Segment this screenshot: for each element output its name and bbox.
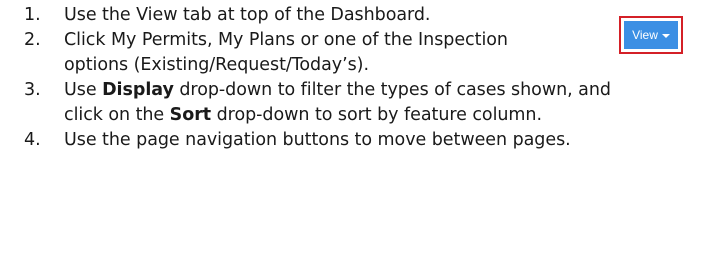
step-4-number: 4. xyxy=(24,130,41,150)
step-3-text-part-3: drop-down to sort by feature column. xyxy=(211,105,542,125)
step-4: 4. Use the page navigation buttons to mo… xyxy=(24,128,674,153)
view-button[interactable]: View xyxy=(624,21,678,49)
step-3-number: 3. xyxy=(24,80,41,100)
step-1: 1. Use the View tab at top of the Dashbo… xyxy=(24,3,674,28)
sort-keyword: Sort xyxy=(169,105,212,125)
step-3: 3. Use Display drop-down to filter the t… xyxy=(24,78,674,128)
instructions-document: 1. Use the View tab at top of the Dashbo… xyxy=(0,0,708,263)
step-3-text-part-1: Use xyxy=(64,80,103,100)
step-2-number: 2. xyxy=(24,30,41,50)
step-1-number: 1. xyxy=(24,5,41,25)
step-1-text: Use the View tab at top of the Dashboard… xyxy=(64,5,431,25)
step-3-text: Use Display drop-down to filter the type… xyxy=(64,78,624,128)
display-keyword: Display xyxy=(102,80,174,100)
step-2-text: Click My Permits, My Plans or one of the… xyxy=(64,30,508,75)
step-4-text: Use the page navigation buttons to move … xyxy=(64,130,571,150)
step-list: 1. Use the View tab at top of the Dashbo… xyxy=(24,3,674,153)
step-2: 2. Click My Permits, My Plans or one of … xyxy=(24,28,674,78)
caret-down-icon xyxy=(661,33,670,38)
view-button-label: View xyxy=(632,28,658,42)
view-button-highlight: View xyxy=(619,16,683,54)
